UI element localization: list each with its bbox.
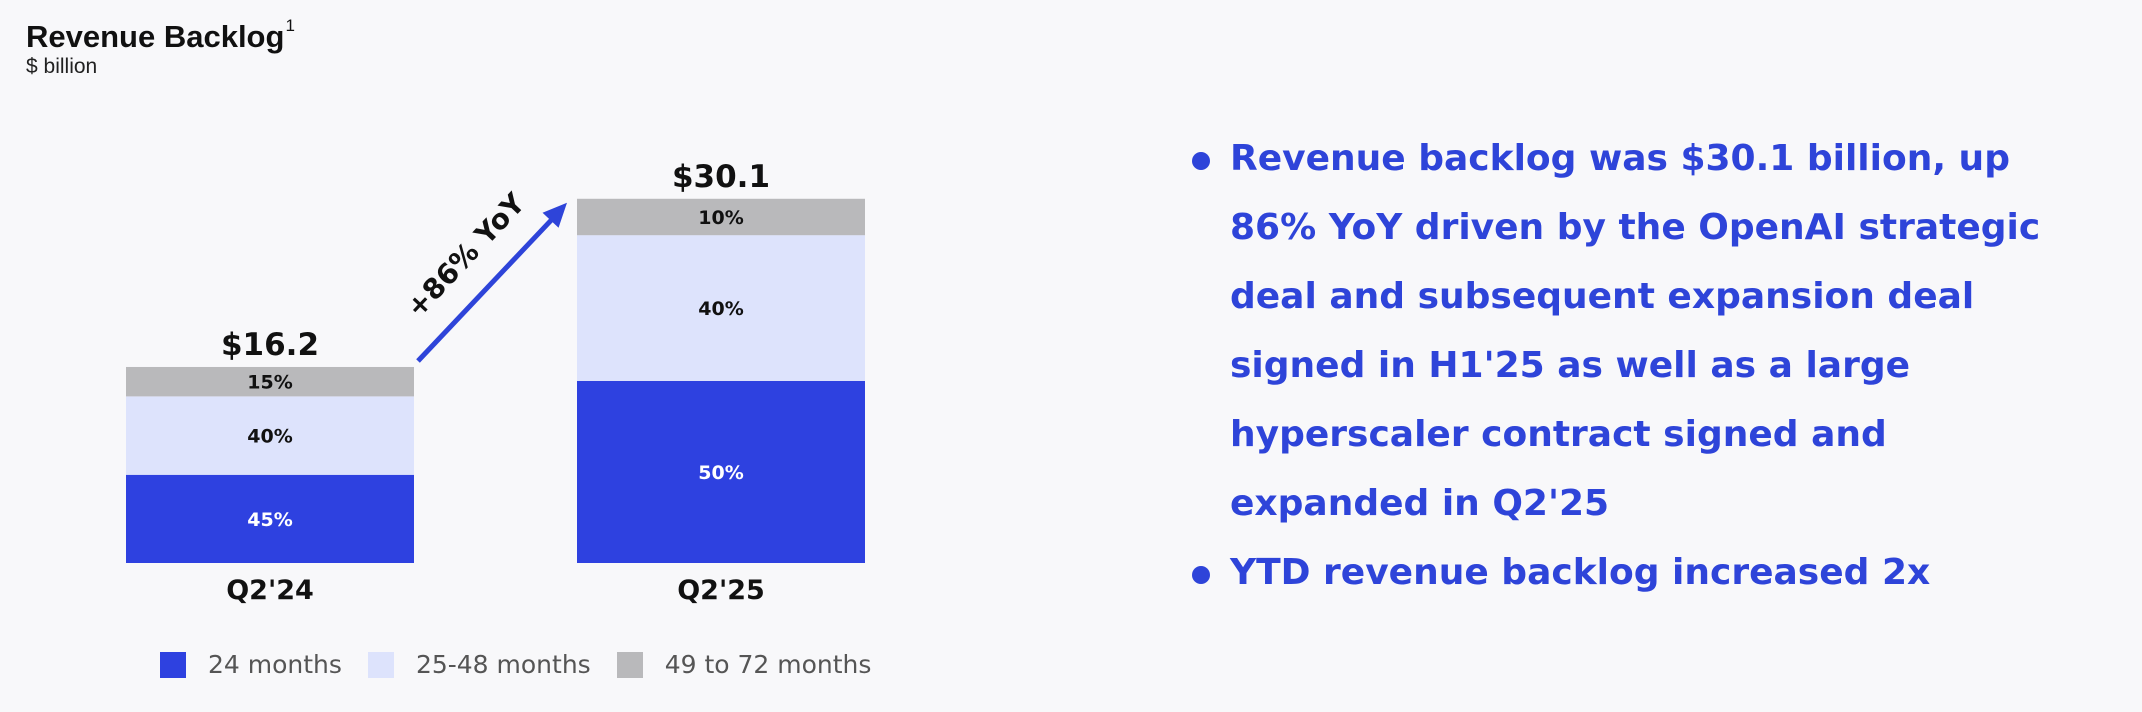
bullet-dot-icon	[1192, 152, 1210, 170]
legend-label: 49 to 72 months	[664, 650, 872, 679]
segment-data-label: 10%	[698, 207, 743, 229]
bullet-item: Revenue backlog was $30.1 billion, up 86…	[1190, 124, 2090, 538]
legend-swatch-49-72-months	[616, 651, 643, 678]
legend-item-49-72-months: 49 to 72 months	[616, 650, 872, 679]
bullet-text: YTD revenue backlog increased 2x	[1230, 552, 1931, 593]
legend-label: 25-48 months	[415, 650, 591, 679]
segment-data-label: 15%	[247, 372, 292, 394]
segment-data-label: 45%	[247, 509, 292, 531]
legend-item-25-48-months: 25-48 months	[367, 650, 591, 679]
bar-total-label: $30.1	[672, 159, 770, 195]
growth-annotation-label: +86% YoY	[400, 186, 532, 324]
bar-total-label: $16.2	[221, 327, 319, 363]
commentary-bullets: Revenue backlog was $30.1 billion, up 86…	[1190, 124, 2090, 607]
bullet-dot-icon	[1192, 566, 1210, 584]
legend-item-24-months: 24 months	[160, 650, 342, 679]
segment-data-label: 50%	[698, 462, 743, 484]
chart-legend: 24 months 25-48 months 49 to 72 months	[160, 650, 897, 679]
bullet-text: Revenue backlog was $30.1 billion, up 86…	[1230, 138, 2041, 524]
segment-data-label: 40%	[247, 426, 292, 448]
category-tick-label: Q2'24	[226, 575, 314, 606]
bullet-item: YTD revenue backlog increased 2x	[1190, 538, 2090, 607]
legend-swatch-24-months	[160, 651, 186, 678]
legend-label: 24 months	[208, 650, 342, 679]
legend-swatch-25-48-months	[367, 651, 394, 678]
category-tick-label: Q2'25	[677, 575, 765, 606]
segment-data-label: 40%	[698, 298, 743, 320]
